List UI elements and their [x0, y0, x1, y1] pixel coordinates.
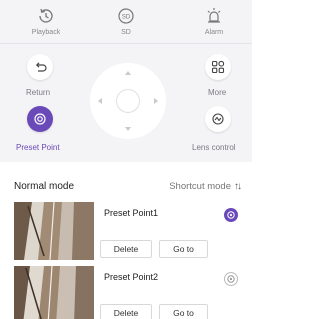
playback-label: Playback — [31, 29, 61, 36]
arrow-up-icon[interactable] — [125, 71, 131, 75]
arrow-right-icon[interactable] — [154, 98, 158, 104]
sort-arrows-icon: ↑↓ — [234, 181, 242, 192]
preset-point-icon — [34, 113, 46, 125]
ptz-joystick[interactable] — [90, 63, 166, 139]
return-icon — [35, 62, 47, 72]
preset-point-label: Preset Point — [16, 143, 60, 152]
top-toolbar: Playback SD SD Alarm — [0, 0, 252, 44]
playback-icon — [39, 8, 53, 23]
return-button[interactable] — [27, 54, 53, 80]
target-icon — [227, 275, 235, 283]
preset-point-button[interactable] — [27, 106, 53, 132]
arrow-left-icon[interactable] — [98, 98, 102, 104]
preset-row[interactable]: Preset Point2 Delete Go to — [0, 266, 252, 319]
lens-control-button[interactable] — [205, 106, 231, 132]
alarm-tab[interactable]: Alarm — [184, 6, 244, 36]
ptz-control-panel: Return Preset Point More Lens control — [0, 44, 252, 162]
preset-name: Preset Point2 — [104, 272, 159, 282]
sd-label: SD — [121, 29, 131, 36]
more-label: More — [208, 88, 227, 97]
lens-icon — [212, 113, 224, 125]
sd-tab[interactable]: SD SD — [96, 6, 156, 36]
preset-row[interactable]: Preset Point1 Delete Go to — [0, 202, 252, 260]
more-button[interactable] — [205, 54, 231, 80]
lens-control-label: Lens control — [192, 143, 236, 152]
shortcut-mode-toggle[interactable]: Shortcut mode ↑↓ — [169, 181, 242, 192]
playback-tab[interactable]: Playback — [16, 6, 76, 36]
camera-snapshot-image — [14, 266, 94, 319]
camera-snapshot-image — [14, 202, 94, 260]
joystick-center[interactable] — [116, 89, 140, 113]
preset-thumbnail[interactable] — [14, 202, 94, 260]
go-to-button[interactable]: Go to — [159, 304, 208, 319]
delete-button[interactable]: Delete — [100, 304, 152, 319]
alarm-label: Alarm — [204, 29, 224, 36]
svg-text:SD: SD — [122, 14, 131, 20]
sd-card-icon: SD — [118, 8, 134, 24]
go-to-button[interactable]: Go to — [159, 240, 208, 258]
target-icon — [227, 211, 235, 219]
arrow-down-icon[interactable] — [125, 127, 131, 131]
delete-button[interactable]: Delete — [100, 240, 152, 258]
alarm-icon — [207, 8, 221, 23]
return-label: Return — [26, 88, 51, 97]
more-grid-icon — [211, 60, 225, 74]
preset-unselected-icon[interactable] — [224, 272, 238, 286]
normal-mode-title: Normal mode — [14, 181, 75, 192]
preset-selected-icon[interactable] — [224, 208, 238, 222]
preset-name: Preset Point1 — [104, 208, 159, 218]
shortcut-mode-label: Shortcut mode — [169, 181, 231, 192]
mode-bar: Normal mode Shortcut mode ↑↓ — [0, 172, 252, 200]
preset-thumbnail[interactable] — [14, 266, 94, 319]
